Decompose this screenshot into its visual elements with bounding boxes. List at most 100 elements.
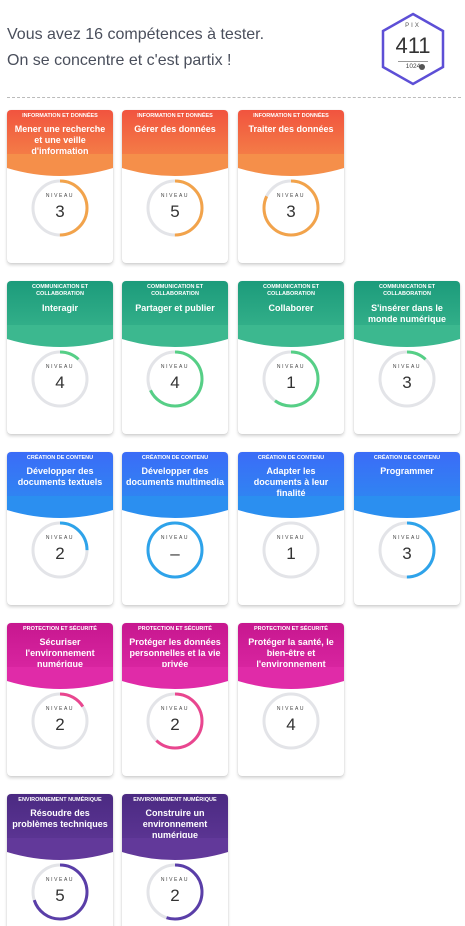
card-wave	[122, 496, 228, 520]
card-title: Résoudre des problèmes techniques	[12, 808, 108, 829]
card-area: COMMUNICATION ET COLLABORATION	[31, 284, 89, 297]
level-value: 5	[55, 886, 65, 905]
level-gauge: NIVEAU 1	[261, 520, 321, 580]
card-area: CRÉATION DE CONTENU	[373, 455, 441, 461]
card-header: ENVIRONNEMENT NUMÉRIQUE Construire un env…	[122, 794, 228, 862]
level-value: 2	[55, 715, 65, 734]
card-wave	[7, 325, 113, 349]
level-value: 2	[170, 715, 180, 734]
card-area: COMMUNICATION ET COLLABORATION	[262, 284, 320, 297]
card-title: Partager et publier	[135, 303, 215, 313]
competence-card[interactable]: INFORMATION ET DONNÉES Traiter des donnée…	[238, 110, 344, 263]
competence-grid: INFORMATION ET DONNÉES Mener une recherch…	[0, 0, 465, 926]
card-wave	[238, 154, 344, 178]
card-header: COMMUNICATION ET COLLABORATION Collaborer	[238, 281, 344, 349]
level-label: NIVEAU	[276, 364, 306, 370]
card-title: Programmer	[380, 466, 434, 476]
competence-card[interactable]: COMMUNICATION ET COLLABORATION S'insérer …	[354, 281, 460, 434]
card-title: Traiter des données	[248, 124, 334, 134]
competence-card[interactable]: INFORMATION ET DONNÉES Gérer des données N…	[122, 110, 228, 263]
card-header: CRÉATION DE CONTENU Adapter les documents…	[238, 452, 344, 520]
card-wave	[122, 667, 228, 691]
competence-card[interactable]: COMMUNICATION ET COLLABORATION Partager e…	[122, 281, 228, 434]
card-header: INFORMATION ET DONNÉES Traiter des donnée…	[238, 110, 344, 178]
level-value: 3	[55, 202, 65, 221]
card-header: INFORMATION ET DONNÉES Mener une recherch…	[7, 110, 113, 178]
level-value: 5	[170, 202, 180, 221]
card-area: CRÉATION DE CONTENU	[26, 455, 94, 461]
level-gauge: NIVEAU 4	[261, 691, 321, 751]
card-title: Collaborer	[268, 303, 314, 313]
level-value: 1	[286, 373, 296, 392]
competence-card[interactable]: COMMUNICATION ET COLLABORATION Interagir N…	[7, 281, 113, 434]
level-label: NIVEAU	[160, 706, 190, 712]
card-title: Développer des documents textuels	[17, 466, 103, 487]
competence-card[interactable]: INFORMATION ET DONNÉES Mener une recherch…	[7, 110, 113, 263]
card-title: Construire un environnement numérique	[142, 808, 208, 840]
level-value: 4	[170, 373, 180, 392]
card-wave	[122, 838, 228, 862]
level-label: NIVEAU	[45, 364, 75, 370]
card-area: INFORMATION ET DONNÉES	[22, 113, 98, 119]
card-area: PROTECTION ET SÉCURITÉ	[254, 626, 328, 632]
level-label: NIVEAU	[276, 193, 306, 199]
competence-card[interactable]: PROTECTION ET SÉCURITÉ Sécuriser l'enviro…	[7, 623, 113, 776]
competence-card[interactable]: CRÉATION DE CONTENU Programmer NIVEAU 3	[354, 452, 460, 605]
card-area: COMMUNICATION ET COLLABORATION	[378, 284, 436, 297]
level-label: NIVEAU	[45, 877, 75, 883]
competence-card[interactable]: ENVIRONNEMENT NUMÉRIQUE Résoudre des prob…	[7, 794, 113, 926]
level-value: 3	[286, 202, 296, 221]
level-value: 4	[286, 715, 296, 734]
card-area: ENVIRONNEMENT NUMÉRIQUE	[133, 797, 217, 803]
level-gauge: NIVEAU 4	[30, 349, 90, 409]
level-gauge: NIVEAU 3	[30, 178, 90, 238]
competence-card[interactable]: CRÉATION DE CONTENU Adapter les documents…	[238, 452, 344, 605]
card-title: Protéger les données personnelles et la …	[129, 637, 221, 669]
card-area: COMMUNICATION ET COLLABORATION	[146, 284, 204, 297]
card-wave	[354, 496, 460, 520]
card-title: S'insérer dans le monde numérique	[367, 303, 446, 324]
card-wave	[122, 154, 228, 178]
card-title: Interagir	[41, 303, 78, 313]
competence-card[interactable]: COMMUNICATION ET COLLABORATION Collaborer…	[238, 281, 344, 434]
card-header: PROTECTION ET SÉCURITÉ Sécuriser l'enviro…	[7, 623, 113, 691]
card-title: Protéger la santé, le bien-être et l'env…	[248, 637, 334, 669]
level-value: 4	[55, 373, 65, 392]
level-gauge: NIVEAU 3	[261, 178, 321, 238]
card-title: Gérer des données	[134, 124, 216, 134]
card-header: PROTECTION ET SÉCURITÉ Protéger les donné…	[122, 623, 228, 691]
competence-card[interactable]: CRÉATION DE CONTENU Développer des docume…	[7, 452, 113, 605]
card-area: PROTECTION ET SÉCURITÉ	[23, 626, 97, 632]
card-header: COMMUNICATION ET COLLABORATION S'insérer …	[354, 281, 460, 349]
card-wave	[7, 838, 113, 862]
level-label: NIVEAU	[45, 193, 75, 199]
level-value: 2	[55, 544, 65, 563]
card-area: ENVIRONNEMENT NUMÉRIQUE	[18, 797, 102, 803]
card-wave	[122, 325, 228, 349]
competence-card[interactable]: PROTECTION ET SÉCURITÉ Protéger la santé,…	[238, 623, 344, 776]
card-title: Développer des documents multimedia	[126, 466, 225, 487]
level-label: NIVEAU	[392, 364, 422, 370]
card-wave	[238, 496, 344, 520]
card-header: CRÉATION DE CONTENU Développer des docume…	[7, 452, 113, 520]
competence-card[interactable]: PROTECTION ET SÉCURITÉ Protéger les donné…	[122, 623, 228, 776]
level-value: 3	[402, 373, 412, 392]
card-area: INFORMATION ET DONNÉES	[253, 113, 329, 119]
level-gauge: NIVEAU 4	[145, 349, 205, 409]
level-label: NIVEAU	[160, 877, 190, 883]
card-header: ENVIRONNEMENT NUMÉRIQUE Résoudre des prob…	[7, 794, 113, 862]
card-wave	[238, 325, 344, 349]
competence-card[interactable]: CRÉATION DE CONTENU Développer des docume…	[122, 452, 228, 605]
card-header: INFORMATION ET DONNÉES Gérer des données	[122, 110, 228, 178]
level-gauge: NIVEAU 2	[145, 691, 205, 751]
level-gauge: NIVEAU 5	[30, 862, 90, 922]
level-label: NIVEAU	[392, 535, 422, 541]
level-gauge: NIVEAU 1	[261, 349, 321, 409]
level-label: NIVEAU	[45, 706, 75, 712]
card-wave	[238, 667, 344, 691]
competence-card[interactable]: ENVIRONNEMENT NUMÉRIQUE Construire un env…	[122, 794, 228, 926]
card-title: Mener une recherche et une veille d'info…	[14, 124, 106, 156]
level-label: NIVEAU	[276, 535, 306, 541]
level-value: 2	[170, 886, 180, 905]
card-wave	[7, 496, 113, 520]
